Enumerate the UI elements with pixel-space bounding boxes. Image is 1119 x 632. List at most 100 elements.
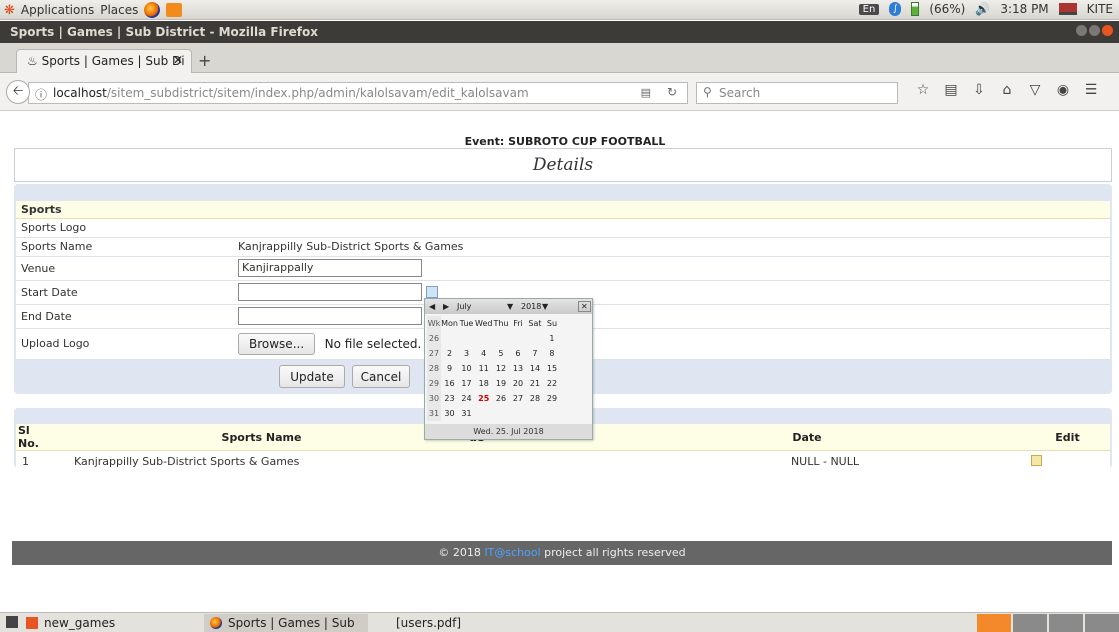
calendar-day[interactable]: 5 bbox=[492, 346, 509, 361]
taskbar-item-pdf[interactable]: [users.pdf] bbox=[372, 614, 522, 632]
browse-button[interactable]: Browse... bbox=[238, 332, 316, 355]
pocket-icon[interactable]: ▽ bbox=[1024, 82, 1046, 98]
menu-icon[interactable]: ☰ bbox=[1080, 82, 1102, 98]
calendar-day[interactable]: 11 bbox=[475, 361, 492, 376]
prev-month-icon[interactable]: ◀ bbox=[429, 302, 435, 311]
calendar-day[interactable]: 28 bbox=[526, 391, 543, 406]
end-date-field[interactable] bbox=[238, 307, 422, 325]
col-date: Date bbox=[589, 424, 1025, 451]
calendar-day[interactable]: 8 bbox=[543, 346, 560, 361]
next-month-icon[interactable]: ▶ bbox=[443, 302, 449, 311]
calendar-day[interactable]: 24 bbox=[458, 391, 475, 406]
cell-sports-name: Kanjrappilly Sub-District Sports & Games bbox=[54, 450, 469, 473]
edit-icon[interactable] bbox=[1031, 454, 1042, 466]
workspace-switcher[interactable] bbox=[975, 614, 1119, 632]
places-menu[interactable]: Places bbox=[100, 3, 138, 17]
calendar-day[interactable]: 18 bbox=[475, 376, 492, 391]
cancel-button[interactable]: Cancel bbox=[352, 365, 410, 388]
calendar-day[interactable]: 15 bbox=[543, 361, 560, 376]
calendar-day[interactable]: 6 bbox=[509, 346, 526, 361]
year-dropdown-icon[interactable]: ▼ bbox=[542, 302, 548, 311]
session-icon[interactable] bbox=[1058, 3, 1077, 15]
week-number: 27 bbox=[427, 346, 441, 361]
cell-venue bbox=[469, 450, 589, 473]
minimize-button[interactable] bbox=[1076, 25, 1087, 36]
bluetooth-icon[interactable]: ∫ bbox=[889, 2, 902, 16]
calendar-day[interactable]: 7 bbox=[526, 346, 543, 361]
back-button[interactable]: 🡠 bbox=[6, 80, 30, 104]
calendar-day[interactable]: 14 bbox=[526, 361, 543, 376]
calendar-day[interactable]: 3 bbox=[458, 346, 475, 361]
date-picker-popup[interactable]: ◀ ▶ July ▼ 2018 ▼ ✕ Wk Mon Tue Wed Thu Fri Sat… bbox=[424, 298, 593, 440]
update-button[interactable]: Update bbox=[279, 365, 345, 388]
downloads-icon[interactable]: ⇩ bbox=[968, 82, 990, 98]
search-input[interactable]: ⚲ Search bbox=[696, 82, 898, 104]
calendar-day[interactable]: 4 bbox=[475, 346, 492, 361]
show-desktop-icon[interactable] bbox=[6, 616, 18, 628]
month-dropdown-icon[interactable]: ▼ bbox=[507, 302, 513, 311]
info-icon[interactable]: ⓘ bbox=[35, 86, 47, 103]
close-calendar-icon[interactable]: ✕ bbox=[578, 301, 591, 312]
calendar-month[interactable]: July bbox=[457, 302, 471, 311]
calendar-day[interactable]: 21 bbox=[526, 376, 543, 391]
workspace-1[interactable] bbox=[977, 614, 1011, 632]
day-header: Wed bbox=[475, 319, 493, 328]
extension-icon[interactable]: ◉ bbox=[1052, 82, 1074, 98]
footer-link[interactable]: IT@school bbox=[484, 546, 540, 559]
upload-label: Upload Logo bbox=[16, 328, 233, 360]
calendar-day[interactable]: 26 bbox=[492, 391, 509, 406]
calendar-day[interactable]: 19 bbox=[492, 376, 509, 391]
col-slno: Sl No. bbox=[16, 424, 54, 451]
venue-field[interactable]: Kanjirappally bbox=[238, 259, 422, 277]
browser-tab[interactable]: ♨ Sports | Games | Sub Di ✕ bbox=[16, 49, 192, 73]
maximize-button[interactable] bbox=[1089, 25, 1100, 36]
close-tab-icon[interactable]: ✕ bbox=[173, 53, 183, 67]
user-name[interactable]: KITE bbox=[1087, 2, 1113, 16]
bookmarks-list-icon[interactable]: ▤ bbox=[940, 82, 962, 98]
calendar-day[interactable]: 17 bbox=[458, 376, 475, 391]
new-tab-button[interactable]: + bbox=[198, 51, 211, 70]
keyboard-layout-indicator[interactable]: En bbox=[858, 3, 880, 15]
taskbar-item-firefox[interactable]: Sports | Games | Sub ... bbox=[204, 614, 368, 632]
calendar-day[interactable]: 10 bbox=[458, 361, 475, 376]
calendar-day[interactable]: 27 bbox=[509, 391, 526, 406]
firefox-launcher-icon[interactable] bbox=[144, 2, 161, 18]
calendar-day[interactable]: 2 bbox=[441, 346, 458, 361]
system-top-panel: ❋ Applications Places En ∫ (66%) 🔊 3:18 … bbox=[0, 0, 1119, 20]
close-window-button[interactable] bbox=[1102, 25, 1113, 36]
calendar-year[interactable]: 2018 bbox=[521, 302, 541, 311]
clock[interactable]: 3:18 PM bbox=[1000, 2, 1048, 16]
calendar-day[interactable]: 29 bbox=[543, 391, 560, 406]
calendar-day[interactable]: 23 bbox=[441, 391, 458, 406]
calendar-day bbox=[543, 406, 560, 421]
calendar-day[interactable]: 20 bbox=[509, 376, 526, 391]
calendar-day bbox=[492, 406, 509, 421]
workspace-3[interactable] bbox=[1049, 614, 1083, 632]
calendar-day[interactable]: 9 bbox=[441, 361, 458, 376]
end-date-label: End Date bbox=[16, 304, 233, 329]
bookmark-star-icon[interactable]: ☆ bbox=[912, 82, 934, 98]
applications-menu[interactable]: Applications bbox=[21, 3, 94, 17]
calendar-day[interactable]: 31 bbox=[458, 406, 475, 421]
calendar-day[interactable]: 13 bbox=[509, 361, 526, 376]
calendar-day[interactable]: 16 bbox=[441, 376, 458, 391]
reader-view-icon[interactable]: ▤ bbox=[641, 86, 651, 99]
details-heading: Details bbox=[14, 148, 1112, 182]
calendar-day[interactable]: 1 bbox=[543, 331, 560, 346]
workspace-2[interactable] bbox=[1013, 614, 1047, 632]
home-folder-icon[interactable] bbox=[166, 3, 183, 17]
url-bar[interactable]: ⓘ localhost/sitem_subdistrict/sitem/inde… bbox=[28, 82, 688, 104]
calendar-day[interactable]: 12 bbox=[492, 361, 509, 376]
workspace-4[interactable] bbox=[1085, 614, 1119, 632]
calendar-day[interactable]: 22 bbox=[543, 376, 560, 391]
battery-icon[interactable] bbox=[911, 2, 920, 16]
taskbar-item-new-games[interactable]: new_games bbox=[20, 614, 196, 632]
calendar-day[interactable]: 30 bbox=[441, 406, 458, 421]
calendar-day[interactable]: 25 bbox=[475, 391, 492, 406]
calendar-day bbox=[509, 406, 526, 421]
reload-icon[interactable]: ↻ bbox=[667, 85, 677, 99]
volume-icon[interactable]: 🔊 bbox=[975, 2, 990, 16]
start-date-field[interactable] bbox=[238, 283, 422, 301]
calendar-icon[interactable] bbox=[426, 286, 438, 298]
home-icon[interactable]: ⌂ bbox=[996, 82, 1018, 98]
